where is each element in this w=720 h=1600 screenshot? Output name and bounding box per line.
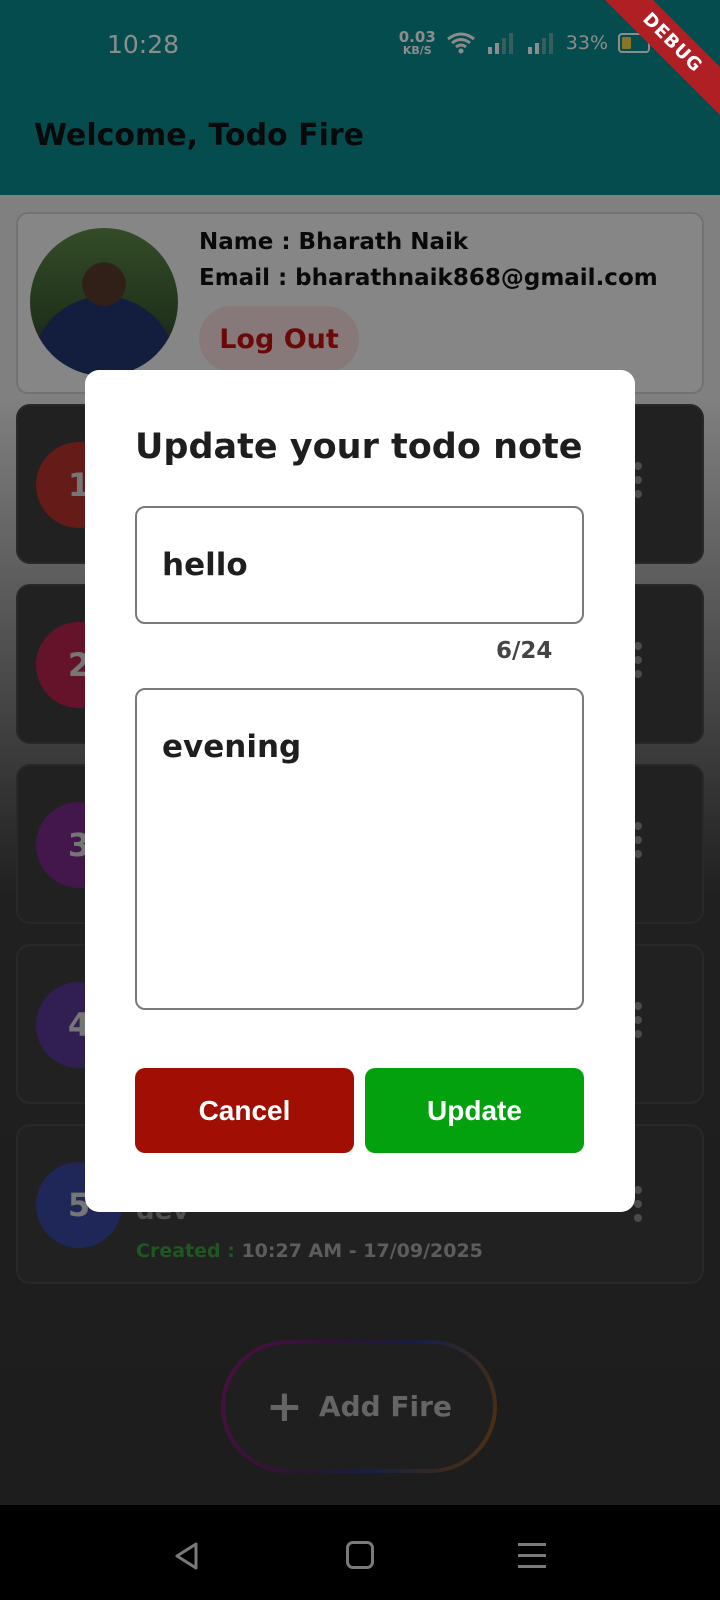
recents-icon[interactable]: [518, 1543, 546, 1576]
character-counter: 6/24: [496, 638, 553, 664]
home-icon[interactable]: [346, 1541, 374, 1569]
cancel-button[interactable]: Cancel: [135, 1068, 354, 1153]
todo-title-input[interactable]: [135, 506, 584, 624]
todo-description-input[interactable]: evening: [135, 688, 584, 1010]
update-todo-dialog: Update your todo note 6/24 evening Cance…: [85, 370, 635, 1212]
dialog-title: Update your todo note: [135, 427, 583, 467]
update-button[interactable]: Update: [365, 1068, 584, 1153]
back-icon[interactable]: [172, 1541, 202, 1571]
system-nav-bar: [0, 1505, 720, 1600]
